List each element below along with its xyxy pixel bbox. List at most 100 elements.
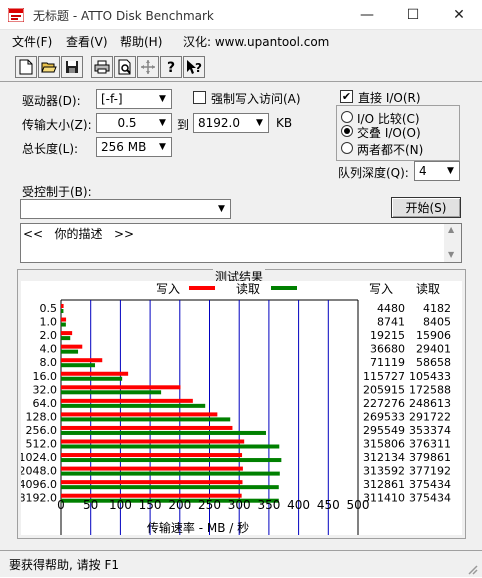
category-label: 16.0 — [33, 370, 58, 383]
save-button[interactable] — [61, 56, 83, 78]
read-value: 58658 — [416, 356, 451, 369]
check-icon: ✔ — [341, 90, 352, 103]
read-value: 353374 — [409, 424, 451, 437]
minimize-button[interactable]: — — [344, 0, 390, 30]
force-write-checkbox[interactable] — [193, 91, 206, 104]
queue-depth-select[interactable]: 4 ▼ — [414, 161, 460, 181]
drive-select[interactable]: [-f-] ▼ — [96, 89, 172, 109]
menu-bar: 文件(F) 查看(V) 帮助(H) 汉化: www.upantool.com — [0, 30, 482, 52]
chevron-down-icon: ▼ — [154, 90, 171, 108]
legend-read-swatch — [271, 286, 297, 290]
controlled-by-select[interactable]: ▼ — [20, 199, 231, 219]
window-title: 无标题 - ATTO Disk Benchmark — [33, 9, 214, 23]
new-button[interactable] — [15, 56, 37, 78]
menu-help[interactable]: 帮助(H) — [120, 33, 162, 50]
print-preview-icon — [118, 59, 131, 75]
category-label: 128.0 — [26, 410, 58, 423]
chevron-down-icon: ▼ — [442, 162, 459, 180]
transfer-from-value: 0.5 — [117, 116, 137, 130]
transfer-from-select[interactable]: 0.5 ▼ — [96, 113, 172, 133]
close-icon: ✕ — [453, 7, 465, 23]
save-icon — [66, 61, 78, 73]
open-icon — [41, 62, 57, 73]
read-value: 105433 — [409, 370, 451, 383]
read-value: 172588 — [409, 383, 451, 396]
help-button[interactable]: ? — [160, 56, 182, 78]
move-button[interactable] — [137, 56, 159, 78]
print-preview-button[interactable] — [114, 56, 136, 78]
write-bar — [61, 331, 73, 336]
resize-grip-glyph — [468, 565, 478, 575]
category-label: 1024.0 — [21, 451, 57, 464]
neither-radio[interactable] — [341, 142, 353, 154]
write-bar — [61, 344, 83, 349]
write-value: 19215 — [370, 329, 405, 342]
write-bar — [61, 317, 67, 322]
write-bar — [61, 385, 181, 390]
x-axis-title: 传输速率 - MB / 秒 — [147, 520, 249, 535]
write-column-header: 写入 — [369, 282, 393, 296]
queue-depth-value: 4 — [419, 164, 427, 178]
read-value: 8405 — [423, 316, 451, 329]
status-text: 要获得帮助, 请按 F1 — [9, 558, 119, 572]
transfer-size-label: 传输大小(Z): — [22, 118, 92, 132]
category-label: 64.0 — [33, 397, 58, 410]
open-button[interactable] — [38, 56, 60, 78]
drive-label: 驱动器(D): — [22, 94, 81, 108]
chevron-down-icon: ▼ — [154, 114, 171, 132]
menu-info[interactable]: 汉化: www.upantool.com — [183, 33, 329, 50]
legend-write-label: 写入 — [156, 282, 180, 296]
resize-grip-icon[interactable] — [466, 563, 478, 575]
menu-file[interactable]: 文件(F) — [12, 33, 52, 50]
drive-value: [-f-] — [101, 92, 123, 106]
x-tick-label: 300 — [228, 498, 251, 512]
results-canvas: 写入 读取 写入 读取 0 50 100 150 200 250 300 350 400 450 5… — [19, 281, 462, 574]
toolbar: ? ? — [0, 52, 482, 82]
write-bar — [61, 466, 243, 471]
start-button[interactable]: 开始(S) — [391, 197, 461, 218]
write-value: 8741 — [377, 316, 405, 329]
menu-view[interactable]: 查看(V) — [66, 33, 108, 50]
read-bar — [61, 336, 71, 341]
write-value: 312134 — [363, 451, 405, 464]
description-textarea[interactable]: << 你的描述 >> ▲ ▼ — [20, 223, 462, 263]
write-bar — [61, 453, 243, 458]
read-value: 15906 — [416, 329, 451, 342]
category-label: 512.0 — [26, 438, 58, 451]
read-bar — [61, 485, 279, 490]
read-bar — [61, 363, 96, 368]
read-value: 379861 — [409, 451, 451, 464]
direct-io-checkbox[interactable]: ✔ — [340, 90, 353, 103]
x-tick-label: 350 — [257, 498, 280, 512]
read-value: 376311 — [409, 438, 451, 451]
context-help-icon: ? — [187, 60, 202, 75]
status-bar: 要获得帮助, 请按 F1 — [0, 550, 482, 577]
description-scrollbar[interactable]: ▲ ▼ — [444, 224, 461, 262]
total-length-select[interactable]: 256 MB ▼ — [96, 137, 172, 157]
svg-text:?: ? — [167, 60, 175, 75]
read-bar — [61, 390, 162, 395]
io-compare-radio[interactable] — [341, 111, 353, 123]
maximize-button[interactable]: ☐ — [390, 0, 436, 30]
read-column-header: 读取 — [416, 282, 440, 296]
overlapped-io-radio[interactable] — [341, 125, 353, 137]
category-label: 4096.0 — [21, 478, 57, 491]
write-bar — [61, 412, 218, 417]
minimize-icon: — — [360, 7, 374, 23]
read-bar — [61, 349, 79, 354]
help-icon: ? — [167, 60, 175, 75]
read-bar — [61, 471, 280, 476]
category-label: 32.0 — [33, 383, 58, 396]
close-button[interactable]: ✕ — [436, 0, 482, 30]
write-value: 4480 — [377, 302, 405, 315]
read-value: 375434 — [409, 492, 451, 505]
print-icon — [94, 60, 110, 74]
context-help-button[interactable]: ? — [183, 56, 205, 78]
write-value: 315806 — [363, 438, 405, 451]
category-label: 8.0 — [40, 356, 58, 369]
write-bar — [61, 425, 233, 430]
print-button[interactable] — [91, 56, 113, 78]
x-tick-label: 400 — [287, 498, 310, 512]
force-write-label: 强制写入访问(A) — [211, 92, 301, 106]
transfer-to-select[interactable]: 8192.0 ▼ — [193, 113, 269, 133]
